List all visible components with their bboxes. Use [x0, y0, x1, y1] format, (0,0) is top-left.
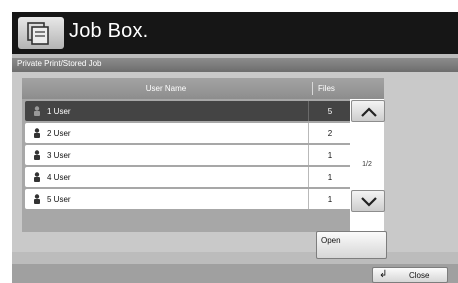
table-row[interactable]: 1 User 5 — [25, 101, 355, 121]
user-icon — [34, 194, 40, 204]
close-button[interactable]: ↲ Close — [372, 267, 448, 283]
table-row[interactable]: 4 User 1 — [25, 167, 355, 187]
header-bar: Job Box. — [12, 12, 458, 54]
sub-header-tab: Private Print/Stored Job — [12, 58, 458, 72]
table-header: User Name Files — [22, 78, 384, 99]
close-button-label: Close — [409, 271, 430, 280]
scroll-up-button[interactable] — [351, 100, 385, 122]
column-header-files: Files — [318, 84, 335, 93]
user-icon — [34, 106, 40, 116]
column-separator — [312, 82, 313, 95]
row-file-count: 1 — [327, 195, 333, 204]
row-user-name: 1 User — [47, 107, 71, 116]
row-divider — [308, 167, 309, 187]
user-icon — [34, 172, 40, 182]
user-table: User Name Files 1 User 5 2 User 2 3 User… — [22, 78, 384, 232]
row-user-name: 4 User — [47, 173, 71, 182]
open-button[interactable]: Open — [316, 231, 387, 259]
row-divider — [308, 123, 309, 143]
row-user-name: 5 User — [47, 195, 71, 204]
job-box-icon — [18, 17, 64, 49]
row-file-count: 1 — [327, 151, 333, 160]
row-file-count: 5 — [327, 107, 333, 116]
user-icon — [34, 128, 40, 138]
open-button-label: Open — [321, 236, 341, 245]
row-divider — [308, 145, 309, 165]
page-indicator: 1/2 — [362, 161, 372, 168]
row-user-name: 3 User — [47, 151, 71, 160]
column-header-user-name: User Name — [145, 84, 187, 93]
table-row[interactable]: 2 User 2 — [25, 123, 355, 143]
scroll-down-button[interactable] — [351, 190, 385, 212]
job-box-screen: Job Box. Private Print/Stored Job User N… — [12, 12, 458, 283]
table-row[interactable]: 3 User 1 — [25, 145, 355, 165]
chevron-down-icon — [361, 197, 377, 207]
user-icon — [34, 150, 40, 160]
row-divider — [308, 189, 309, 209]
row-file-count: 1 — [327, 173, 333, 182]
row-file-count: 2 — [327, 129, 333, 138]
sub-header-title: Private Print/Stored Job — [17, 59, 102, 68]
row-user-name: 2 User — [47, 129, 71, 138]
row-divider — [308, 101, 309, 121]
app-title: Job Box. — [69, 20, 149, 42]
table-row[interactable]: 5 User 1 — [25, 189, 355, 209]
chevron-up-icon — [361, 107, 377, 117]
